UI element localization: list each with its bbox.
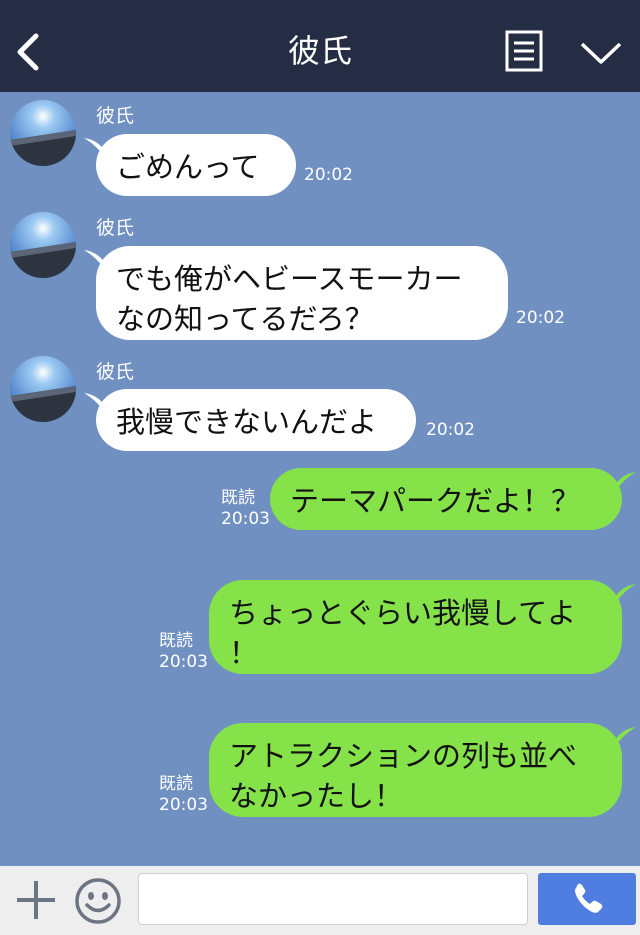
bubble-tail [612, 727, 636, 751]
chat-title: 彼氏 [287, 32, 352, 70]
read-status: 既読 [159, 631, 193, 651]
message-time: 20:02 [426, 420, 475, 440]
read-receipt: 既読 20:03 [159, 631, 208, 673]
chevron-down-icon [580, 42, 622, 64]
smiley-icon [75, 878, 121, 924]
sender-name: 彼氏 [96, 361, 135, 383]
sender-name: 彼氏 [96, 105, 135, 127]
message-bubble[interactable]: ちょっとぐらい我慢してよ ！ [209, 580, 622, 674]
read-receipt: 既読 20:03 [159, 774, 208, 816]
message-time: 20:02 [516, 308, 565, 328]
read-receipt: 既読 20:03 [221, 488, 270, 530]
message-bubble[interactable]: 我慢できないんだよ [96, 389, 416, 451]
sender-name: 彼氏 [96, 217, 135, 239]
bubble-tail [612, 584, 636, 608]
avatar[interactable] [10, 100, 76, 166]
message-text-line: なの知ってるだろ？ [116, 302, 374, 336]
message-text-line: アトラクションの列も並べ [229, 739, 578, 773]
avatar[interactable] [10, 212, 76, 278]
document-list-icon [505, 30, 543, 72]
message-bubble[interactable]: テーマパークだよ！？ [270, 468, 622, 530]
avatar-image [10, 100, 76, 166]
message-bubble[interactable]: アトラクションの列も並べ なかったし！ [209, 723, 622, 817]
read-status: 既読 [159, 774, 193, 794]
message-input[interactable] [138, 873, 528, 925]
avatar[interactable] [10, 356, 76, 422]
message-text-line: でも俺がヘビースモーカー [116, 262, 463, 296]
bubble-tail [612, 472, 636, 496]
message-time: 20:02 [304, 165, 353, 185]
message-bubble[interactable]: ごめんって [96, 134, 296, 196]
emoji-button[interactable] [74, 877, 122, 925]
avatar-image [10, 356, 76, 422]
menu-button[interactable] [505, 30, 543, 72]
chat-header: 彼氏 [0, 0, 640, 92]
attach-button[interactable] [14, 878, 58, 922]
message-time: 20:03 [159, 795, 208, 815]
read-status: 既読 [221, 488, 255, 508]
input-bar [0, 866, 640, 935]
message-time: 20:03 [159, 652, 208, 672]
message-text: ごめんって [116, 150, 260, 184]
phone-icon [575, 883, 603, 913]
message-text: テーマパークだよ！？ [290, 484, 581, 518]
message-text-line: なかったし！ [229, 779, 404, 813]
call-button[interactable] [538, 873, 636, 925]
avatar-image [10, 212, 76, 278]
message-text-line: ちょっとぐらい我慢してよ [229, 596, 577, 630]
message-bubble[interactable]: でも俺がヘビースモーカー なの知ってるだろ？ [96, 246, 508, 340]
collapse-button[interactable] [578, 38, 624, 68]
message-text-line: ！ [229, 636, 259, 670]
message-time: 20:03 [221, 509, 270, 529]
plus-icon [17, 881, 55, 919]
message-text: 我慢できないんだよ [116, 405, 378, 439]
